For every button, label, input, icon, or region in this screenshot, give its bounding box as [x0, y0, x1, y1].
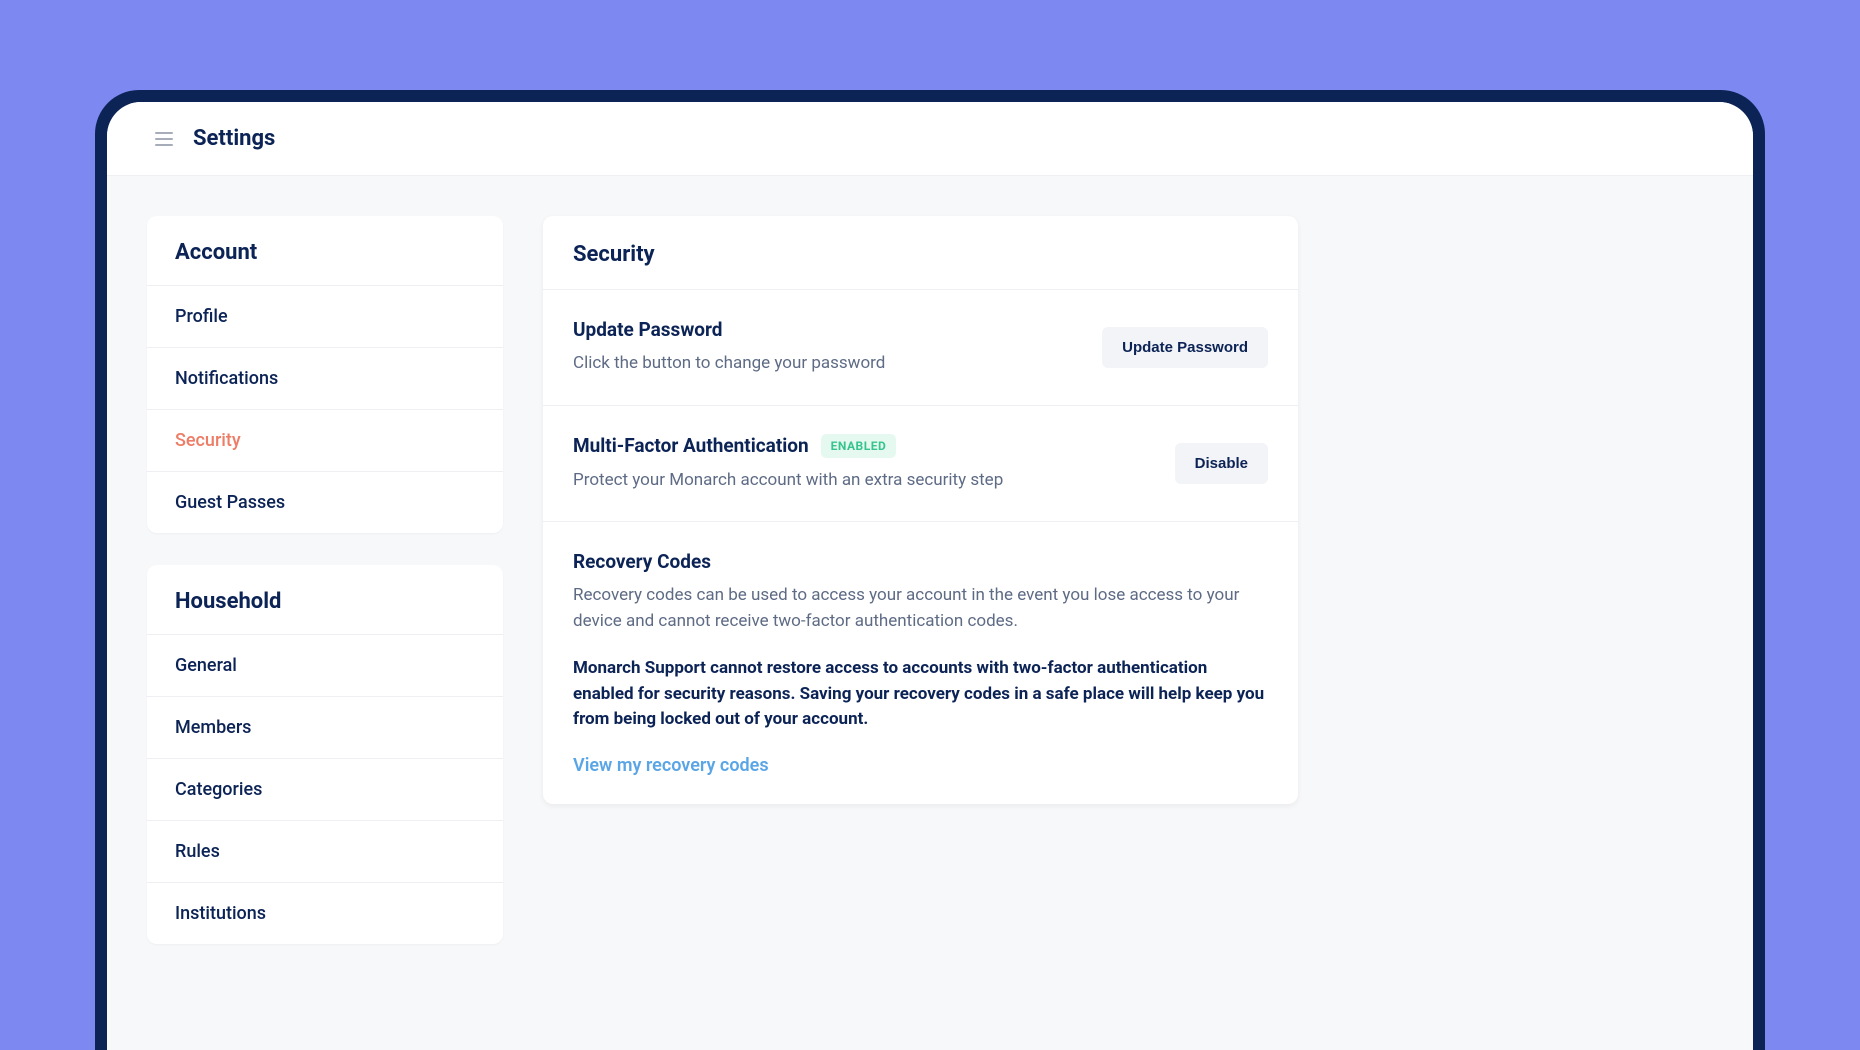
sidebar-group-account: Account Profile Notifications Security G… — [147, 216, 503, 533]
sidebar-item-guest-passes[interactable]: Guest Passes — [147, 471, 503, 533]
sidebar-group-header: Account — [147, 216, 503, 285]
recovery-description: Recovery codes can be used to access you… — [573, 583, 1268, 634]
sidebar-item-members[interactable]: Members — [147, 696, 503, 758]
update-password-button[interactable]: Update Password — [1102, 327, 1268, 368]
security-card: Security Update Password Click the butto… — [543, 216, 1298, 804]
mfa-title-text: Multi-Factor Authentication — [573, 434, 809, 457]
update-password-title: Update Password — [573, 318, 1082, 341]
sidebar-item-security[interactable]: Security — [147, 409, 503, 471]
content-area: Account Profile Notifications Security G… — [107, 176, 1753, 1050]
main-panel: Security Update Password Click the butto… — [543, 216, 1713, 1050]
settings-sidebar: Account Profile Notifications Security G… — [147, 216, 503, 1050]
sidebar-item-institutions[interactable]: Institutions — [147, 882, 503, 944]
recovery-warning: Monarch Support cannot restore access to… — [573, 656, 1268, 733]
sidebar-group-household: Household General Members Categories Rul… — [147, 565, 503, 944]
sidebar-item-categories[interactable]: Categories — [147, 758, 503, 820]
sidebar-item-notifications[interactable]: Notifications — [147, 347, 503, 409]
sidebar-item-rules[interactable]: Rules — [147, 820, 503, 882]
sidebar-group-header: Household — [147, 565, 503, 634]
security-heading: Security — [543, 216, 1298, 290]
recovery-codes-section: Recovery Codes Recovery codes can be use… — [543, 522, 1298, 804]
topbar: Settings — [107, 102, 1753, 176]
mfa-section: Multi-Factor Authentication ENABLED Prot… — [543, 406, 1298, 523]
device-frame: Settings Account Profile Notifications S… — [95, 90, 1765, 1050]
menu-icon[interactable] — [155, 132, 173, 146]
mfa-disable-button[interactable]: Disable — [1175, 443, 1268, 484]
update-password-subtitle: Click the button to change your password — [573, 351, 1082, 377]
app-screen: Settings Account Profile Notifications S… — [107, 102, 1753, 1050]
sidebar-item-profile[interactable]: Profile — [147, 285, 503, 347]
view-recovery-codes-link[interactable]: View my recovery codes — [573, 755, 769, 776]
page-title: Settings — [193, 126, 275, 151]
mfa-subtitle: Protect your Monarch account with an ext… — [573, 468, 1155, 494]
update-password-section: Update Password Click the button to chan… — [543, 290, 1298, 406]
recovery-title: Recovery Codes — [573, 550, 1268, 573]
sidebar-item-general[interactable]: General — [147, 634, 503, 696]
mfa-title: Multi-Factor Authentication ENABLED — [573, 434, 1155, 458]
mfa-enabled-badge: ENABLED — [821, 434, 897, 458]
